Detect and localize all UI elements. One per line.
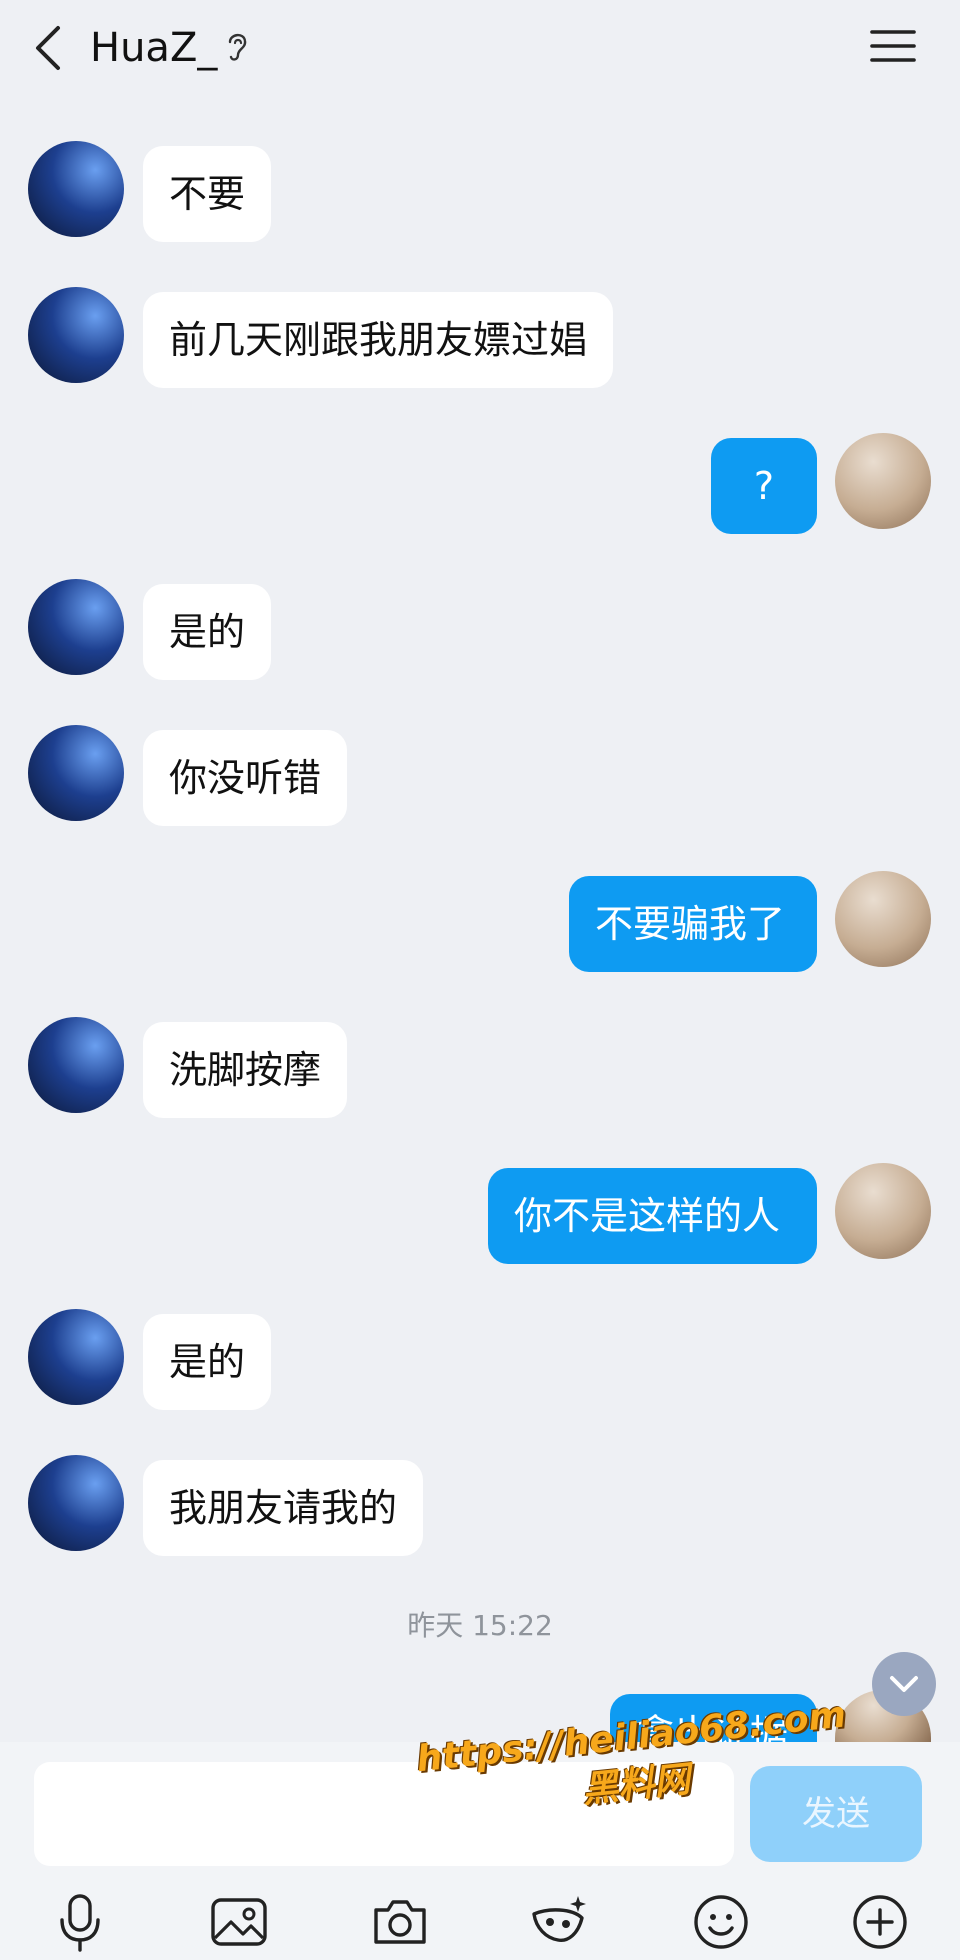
more-button[interactable] [848, 1890, 912, 1954]
voice-button[interactable] [48, 1890, 112, 1954]
message-timestamp: 昨天 15:22 [407, 1609, 553, 1642]
camera-icon [374, 1900, 426, 1944]
top-bar: HuaZ_ [0, 0, 960, 100]
ear-icon[interactable] [222, 28, 252, 64]
mask-button[interactable] [528, 1890, 592, 1954]
camera-button[interactable] [368, 1890, 432, 1954]
message-bubble-incoming[interactable]: 洗脚按摩 [143, 1022, 348, 1118]
gallery-button[interactable] [207, 1890, 271, 1954]
scroll-to-bottom-button[interactable] [872, 1652, 936, 1716]
contact-avatar[interactable] [28, 1309, 124, 1405]
user-avatar[interactable] [835, 871, 931, 967]
contact-avatar[interactable] [28, 141, 124, 237]
contact-avatar[interactable] [28, 579, 124, 675]
chat-title: HuaZ_ [90, 25, 218, 71]
message-bubble-incoming[interactable]: 前几天刚跟我朋友嫖过娼 [143, 292, 614, 388]
chevron-down-icon [890, 1676, 918, 1692]
message-bubble-incoming[interactable]: 是的 [143, 1314, 272, 1410]
message-bubble-outgoing[interactable]: ? [711, 438, 817, 534]
image-icon [211, 1898, 267, 1946]
message-bubble-outgoing[interactable]: 不要骗我了 [569, 876, 817, 972]
hamburger-icon [870, 30, 916, 62]
plus-circle-icon [853, 1895, 907, 1949]
user-avatar[interactable] [835, 433, 931, 529]
message-bubble-incoming[interactable]: 是的 [143, 584, 272, 680]
message-bubble-outgoing[interactable]: 你不是这样的人 [488, 1168, 817, 1264]
mask-icon [532, 1896, 586, 1942]
menu-button[interactable] [868, 24, 918, 68]
microphone-icon [60, 1894, 100, 1952]
back-button[interactable] [28, 22, 72, 74]
contact-avatar[interactable] [28, 287, 124, 383]
message-bubble-incoming[interactable]: 不要 [143, 146, 272, 242]
contact-avatar[interactable] [28, 1017, 124, 1113]
contact-avatar[interactable] [28, 1455, 124, 1551]
emoji-button[interactable] [689, 1890, 753, 1954]
message-bubble-incoming[interactable]: 你没听错 [143, 730, 348, 826]
contact-avatar[interactable] [28, 725, 124, 821]
message-bubble-incoming[interactable]: 我朋友请我的 [143, 1460, 424, 1556]
smiley-icon [694, 1895, 748, 1949]
user-avatar[interactable] [835, 1163, 931, 1259]
chevron-left-icon [36, 26, 60, 70]
